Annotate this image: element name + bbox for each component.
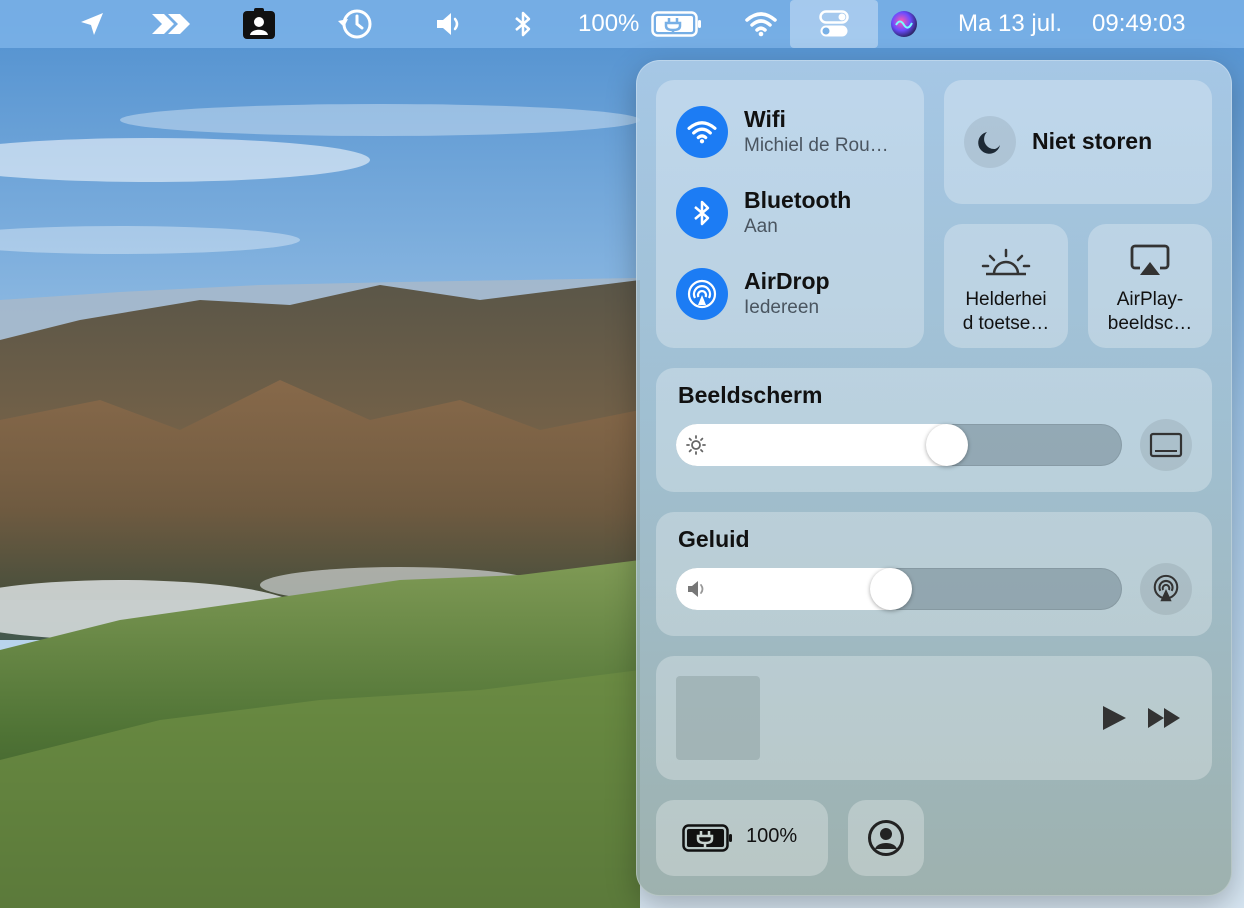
airplay-audio-icon [1153, 574, 1179, 602]
user-icon [867, 819, 905, 862]
display-brightness-knob[interactable] [926, 424, 968, 466]
wifi-icon[interactable] [676, 106, 728, 158]
display-brightness-slider[interactable] [676, 424, 1122, 466]
menubar-date[interactable]: Ma 13 jul. [958, 0, 1088, 48]
fast-user-switch-button[interactable] [848, 800, 924, 876]
speaker-icon [686, 579, 708, 604]
control-center-icon[interactable] [790, 0, 878, 48]
do-not-disturb-label: Niet storen [1032, 128, 1153, 154]
airplay-icon [1130, 244, 1170, 283]
do-not-disturb-button[interactable]: Niet storen [944, 80, 1212, 204]
bluetooth-icon[interactable] [508, 0, 538, 48]
battery-tile[interactable]: 100% [656, 800, 828, 876]
display-tile: Beeldscherm [656, 368, 1212, 492]
bluetooth-toggle[interactable]: Bluetooth Aan [676, 187, 900, 239]
sound-volume-fill [676, 568, 891, 610]
airplay-audio-button[interactable] [1140, 563, 1192, 615]
battery-percent-label: 100% [746, 825, 798, 847]
battery-icon [651, 10, 703, 38]
sun-icon [686, 435, 706, 460]
airplay-label-line1: AirPlay- [1116, 289, 1184, 310]
sound-title: Geluid [678, 526, 750, 552]
location-arrow-icon[interactable] [74, 0, 110, 48]
bluetooth-title: Bluetooth [744, 187, 852, 213]
battery-status[interactable]: 100% [578, 0, 708, 48]
double-chevron-icon[interactable] [148, 0, 196, 48]
menu-bar: 100% Ma 13 jul. 09:49:03 [0, 0, 1244, 48]
now-playing-tile [656, 656, 1212, 780]
airdrop-icon[interactable] [676, 268, 728, 320]
date-text: Ma 13 jul. [958, 10, 1063, 37]
time-machine-icon[interactable] [334, 0, 376, 48]
display-brightness-fill [676, 424, 947, 466]
speaker-icon[interactable] [432, 0, 466, 48]
album-art-placeholder [676, 676, 760, 760]
siri-icon[interactable] [888, 0, 920, 48]
keyboard-brightness-label-line2: d toetse… [962, 313, 1050, 334]
airplay-label-line2: beeldsc… [1107, 313, 1193, 334]
airplay-display-button[interactable]: AirPlay- beeldsc… [1088, 224, 1212, 348]
sound-volume-slider[interactable] [676, 568, 1122, 610]
wifi-icon[interactable] [744, 0, 778, 48]
display-icon [1149, 432, 1183, 458]
battery-percent: 100% [578, 10, 640, 37]
wifi-toggle[interactable]: Wifi Michiel de Rou… [676, 106, 900, 158]
user-badge-icon[interactable] [240, 0, 278, 48]
sound-volume-knob[interactable] [870, 568, 912, 610]
bluetooth-icon[interactable] [676, 187, 728, 239]
connectivity-tile: Wifi Michiel de Rou… Bluetooth Aan AirDr… [656, 80, 924, 348]
time-text: 09:49:03 [1092, 10, 1186, 37]
control-center-panel: Wifi Michiel de Rou… Bluetooth Aan AirDr… [636, 60, 1232, 896]
bluetooth-status: Aan [744, 216, 778, 237]
airdrop-status: Iedereen [744, 297, 820, 318]
keyboard-brightness-icon [980, 246, 1032, 283]
battery-charging-icon [682, 822, 734, 859]
moon-icon [964, 116, 1016, 168]
menubar-time[interactable]: 09:49:03 [1092, 0, 1204, 48]
display-settings-button[interactable] [1140, 419, 1192, 471]
wifi-title: Wifi [744, 106, 786, 132]
airdrop-title: AirDrop [744, 268, 830, 294]
wifi-network-name: Michiel de Rou… [744, 135, 889, 156]
airdrop-toggle[interactable]: AirDrop Iedereen [676, 268, 900, 320]
keyboard-brightness-label-line1: Helderhei [965, 289, 1047, 310]
sound-tile: Geluid [656, 512, 1212, 636]
fast-forward-icon[interactable] [1146, 706, 1184, 735]
display-title: Beeldscherm [678, 382, 823, 408]
play-icon[interactable] [1100, 704, 1128, 737]
keyboard-brightness-button[interactable]: Helderhei d toetse… [944, 224, 1068, 348]
